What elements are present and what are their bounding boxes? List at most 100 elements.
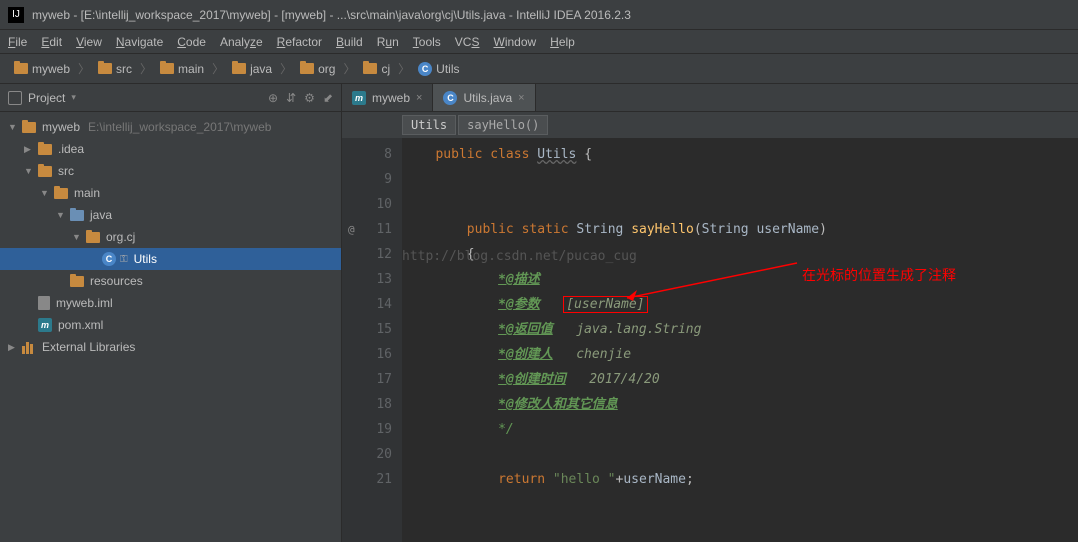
tree-main[interactable]: ▼main bbox=[0, 182, 341, 204]
line-num[interactable]: 8 bbox=[342, 142, 392, 167]
crumb-class[interactable]: Utils bbox=[402, 115, 456, 135]
tab-utils[interactable]: CUtils.java× bbox=[433, 84, 535, 111]
crumb-method[interactable]: sayHello() bbox=[458, 115, 548, 135]
crumb-sep: 〉 bbox=[398, 60, 410, 77]
title-bar: IJ myweb - [E:\intellij_workspace_2017\m… bbox=[0, 0, 1078, 30]
hide-icon[interactable]: ⬋ bbox=[323, 91, 333, 105]
menu-bar: File Edit View Navigate Code Analyze Ref… bbox=[0, 30, 1078, 54]
folder-icon bbox=[98, 63, 112, 74]
tree-java[interactable]: ▼java bbox=[0, 204, 341, 226]
line-num[interactable]: 21 bbox=[342, 467, 392, 492]
crumb-sep: 〉 bbox=[343, 60, 355, 77]
scroll-from-icon[interactable]: ⊕ bbox=[268, 91, 278, 105]
line-num[interactable]: 18 bbox=[342, 392, 392, 417]
class-icon: C bbox=[102, 252, 116, 266]
folder-icon bbox=[22, 122, 36, 133]
folder-icon bbox=[70, 276, 84, 287]
folder-icon bbox=[300, 63, 314, 74]
crumb-sep: 〉 bbox=[280, 60, 292, 77]
line-num[interactable]: 16 bbox=[342, 342, 392, 367]
app-icon: IJ bbox=[8, 7, 24, 23]
close-icon[interactable]: × bbox=[416, 92, 422, 104]
crumb-cj[interactable]: cj bbox=[357, 60, 396, 78]
sidebar-title: Project bbox=[28, 91, 65, 105]
menu-help[interactable]: Help bbox=[550, 35, 575, 49]
line-num[interactable]: @11 bbox=[342, 217, 392, 242]
menu-analyze[interactable]: Analyze bbox=[220, 35, 263, 49]
override-icon[interactable]: @ bbox=[348, 217, 355, 242]
dropdown-icon[interactable]: ▾ bbox=[71, 92, 76, 103]
close-icon[interactable]: × bbox=[518, 92, 524, 104]
main-area: Project ▾ ⊕ ⇵ ⚙ ⬋ ▼mywebE:\intellij_work… bbox=[0, 84, 1078, 542]
maven-icon: m bbox=[38, 318, 52, 332]
menu-window[interactable]: Window bbox=[493, 35, 536, 49]
expand-icon[interactable]: ▼ bbox=[8, 122, 18, 132]
tree-utils[interactable]: C⚿Utils bbox=[0, 248, 341, 270]
breadcrumb-bar: myweb 〉 src 〉 main 〉 java 〉 org 〉 cj 〉 C… bbox=[0, 54, 1078, 84]
file-icon bbox=[38, 296, 50, 310]
menu-edit[interactable]: Edit bbox=[41, 35, 62, 49]
crumb-src[interactable]: src bbox=[92, 60, 138, 78]
code-area[interactable]: public class Utils { public static Strin… bbox=[402, 138, 1078, 542]
line-num[interactable]: 14 bbox=[342, 292, 392, 317]
menu-code[interactable]: Code bbox=[177, 35, 206, 49]
tree-pom[interactable]: mpom.xml bbox=[0, 314, 341, 336]
tree-iml[interactable]: myweb.iml bbox=[0, 292, 341, 314]
line-num[interactable]: 17 bbox=[342, 367, 392, 392]
folder-icon bbox=[14, 63, 28, 74]
folder-icon bbox=[232, 63, 246, 74]
expand-icon[interactable]: ▶ bbox=[8, 342, 18, 353]
expand-icon[interactable]: ▼ bbox=[72, 232, 82, 242]
menu-view[interactable]: View bbox=[76, 35, 102, 49]
editor-area: mmyweb× CUtils.java× Utils sayHello() 8 … bbox=[342, 84, 1078, 542]
menu-tools[interactable]: Tools bbox=[413, 35, 441, 49]
menu-navigate[interactable]: Navigate bbox=[116, 35, 163, 49]
crumb-sep: 〉 bbox=[140, 60, 152, 77]
menu-file[interactable]: File bbox=[8, 35, 27, 49]
crumb-utils[interactable]: CUtils bbox=[412, 60, 465, 78]
project-sidebar: Project ▾ ⊕ ⇵ ⚙ ⬋ ▼mywebE:\intellij_work… bbox=[0, 84, 342, 542]
collapse-icon[interactable]: ⇵ bbox=[286, 91, 296, 105]
crumb-java[interactable]: java bbox=[226, 60, 278, 78]
expand-icon[interactable]: ▼ bbox=[56, 210, 66, 220]
class-icon: C bbox=[443, 91, 457, 105]
expand-icon[interactable]: ▼ bbox=[40, 188, 50, 198]
line-num[interactable]: 15 bbox=[342, 317, 392, 342]
tab-myweb[interactable]: mmyweb× bbox=[342, 84, 433, 111]
gutter: 8 9 10 @11 12 13 14 15 16 17 18 19 20 21 bbox=[342, 138, 402, 542]
folder-icon bbox=[54, 188, 68, 199]
project-tree: ▼mywebE:\intellij_workspace_2017\myweb ▶… bbox=[0, 112, 341, 362]
crumb-main[interactable]: main bbox=[154, 60, 210, 78]
line-num[interactable]: 10 bbox=[342, 192, 392, 217]
line-num[interactable]: 19 bbox=[342, 417, 392, 442]
line-num[interactable]: 13 bbox=[342, 267, 392, 292]
expand-icon[interactable]: ▶ bbox=[24, 144, 34, 155]
folder-icon bbox=[363, 63, 377, 74]
crumb-org[interactable]: org bbox=[294, 60, 341, 78]
tree-extlib[interactable]: ▶External Libraries bbox=[0, 336, 341, 358]
menu-vcs[interactable]: VCS bbox=[455, 35, 480, 49]
line-num[interactable]: 12 bbox=[342, 242, 392, 267]
folder-icon bbox=[38, 166, 52, 177]
line-num[interactable]: 20 bbox=[342, 442, 392, 467]
window-title: myweb - [E:\intellij_workspace_2017\mywe… bbox=[32, 8, 631, 22]
editor-crumb-bar: Utils sayHello() bbox=[342, 112, 1078, 138]
tree-src[interactable]: ▼src bbox=[0, 160, 341, 182]
folder-icon bbox=[86, 232, 100, 243]
folder-icon bbox=[38, 144, 52, 155]
tree-resources[interactable]: resources bbox=[0, 270, 341, 292]
gear-icon[interactable]: ⚙ bbox=[304, 91, 315, 105]
folder-icon bbox=[70, 210, 84, 221]
line-num[interactable]: 9 bbox=[342, 167, 392, 192]
expand-icon[interactable]: ▼ bbox=[24, 166, 34, 176]
tree-pkg[interactable]: ▼org.cj bbox=[0, 226, 341, 248]
lock-icon: ⚿ bbox=[120, 254, 128, 265]
editor-content[interactable]: 8 9 10 @11 12 13 14 15 16 17 18 19 20 21… bbox=[342, 138, 1078, 542]
tree-root[interactable]: ▼mywebE:\intellij_workspace_2017\myweb bbox=[0, 116, 341, 138]
crumb-sep: 〉 bbox=[212, 60, 224, 77]
menu-refactor[interactable]: Refactor bbox=[277, 35, 322, 49]
crumb-root[interactable]: myweb bbox=[8, 60, 76, 78]
tree-idea[interactable]: ▶.idea bbox=[0, 138, 341, 160]
menu-run[interactable]: Run bbox=[377, 35, 399, 49]
menu-build[interactable]: Build bbox=[336, 35, 363, 49]
